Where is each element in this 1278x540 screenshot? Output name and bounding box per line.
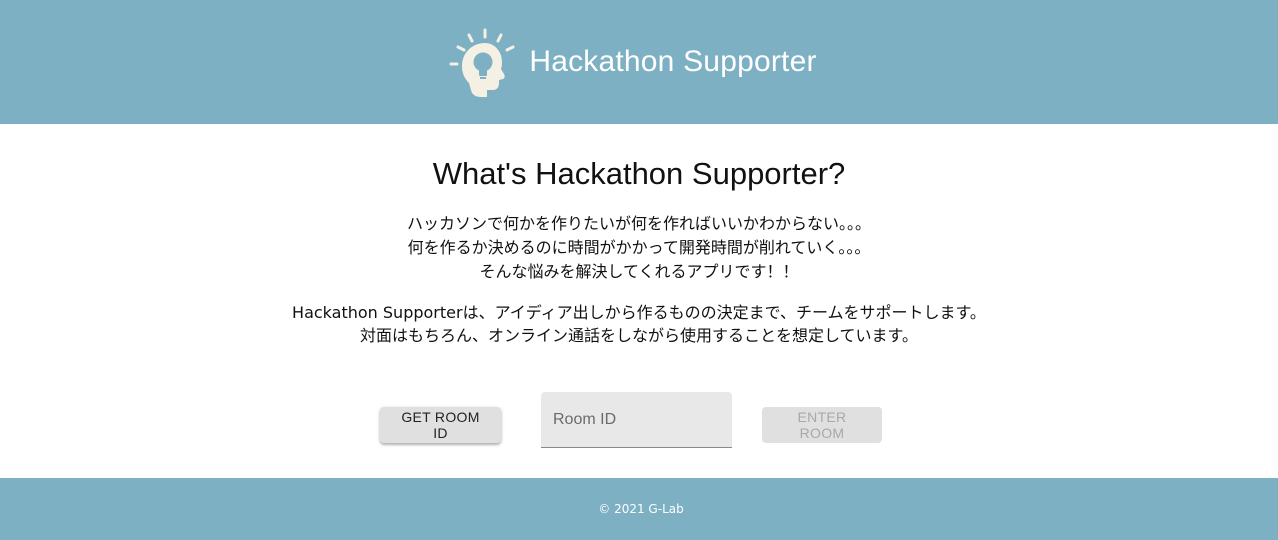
lightbulb-head-icon <box>449 28 515 97</box>
description-line: Hackathon Supporterは、アイディア出しから作るものの決定まで、… <box>292 303 986 322</box>
room-id-input[interactable] <box>541 392 732 447</box>
intro-text: ハッカソンで何かを作りたいが何を作ればいいかわからない。。。 何を作るか決めるの… <box>0 212 1278 284</box>
page-title: What's Hackathon Supporter? <box>432 156 846 191</box>
description-line: 対面はもちろん、オンライン通話をしながら使用することを想定しています。 <box>360 326 918 345</box>
copyright-text: © 2021 G-Lab <box>598 502 684 516</box>
enter-room-button[interactable]: ENTER ROOM <box>762 407 882 443</box>
description-text: Hackathon Supporterは、アイディア出しから作るものの決定まで、… <box>0 301 1278 347</box>
intro-line: 何を作るか決めるのに時間がかかって開発時間が削れていく。。。 <box>407 238 871 257</box>
app-footer: © 2021 G-Lab <box>0 478 1278 540</box>
intro-line: ハッカソンで何かを作りたいが何を作ればいいかわからない。。。 <box>406 214 871 233</box>
brand: Hackathon Supporter <box>447 26 816 98</box>
app-header: Hackathon Supporter <box>0 0 1278 124</box>
intro-line: そんな悩みを解決してくれるアプリです！！ <box>479 262 799 281</box>
room-controls: GET ROOM ID ENTER ROOM <box>0 392 1278 448</box>
get-room-id-button[interactable]: GET ROOM ID <box>380 407 501 443</box>
room-id-field <box>541 392 732 448</box>
main-content: What's Hackathon Supporter? ハッカソンで何かを作りた… <box>0 124 1278 478</box>
app-title: Hackathon Supporter <box>529 45 817 78</box>
